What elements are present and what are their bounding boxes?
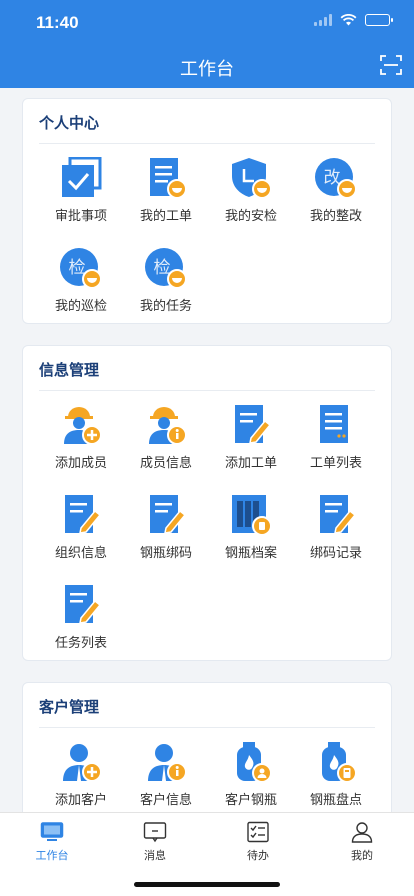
page-title: 工作台 <box>180 59 234 79</box>
work-order-item[interactable]: 我的工单 <box>123 157 209 224</box>
tab-todo[interactable]: 待办 <box>218 821 298 863</box>
rectification-item[interactable]: 改 我的整改 <box>293 157 379 224</box>
add-order-item[interactable]: 添加工单 <box>208 404 294 471</box>
divider <box>39 143 375 144</box>
item-label: 工单列表 <box>309 455 362 470</box>
customer-cylinder-item[interactable]: 客户钢瓶 <box>208 741 294 808</box>
item-label: 审批事项 <box>54 208 107 223</box>
tab-label: 工作台 <box>35 850 69 862</box>
workbench-content[interactable]: 个人中心 审批事项 我的工单 我的安检 改 我的整改 检 我的巡检 检 我的任务… <box>0 88 414 812</box>
cylinder-inventory-item[interactable]: 钢瓶盘点 <box>293 741 379 808</box>
customer-management-card: 客户管理 添加客户 客户信息 客户钢瓶 钢瓶盘点 <box>22 682 392 812</box>
item-label: 我的整改 <box>309 208 362 223</box>
safety-check-item[interactable]: 我的安检 <box>208 157 294 224</box>
profile-icon <box>351 822 373 843</box>
cylinder-inventory-icon <box>322 742 357 783</box>
tab-label: 待办 <box>247 850 269 862</box>
item-label: 组织信息 <box>54 545 107 560</box>
section-title: 信息管理 <box>39 362 100 379</box>
work-order-icon <box>150 158 187 199</box>
item-label: 钢瓶档案 <box>224 545 277 560</box>
bind-record-icon <box>320 495 357 534</box>
divider <box>39 727 375 728</box>
section-title: 客户管理 <box>39 699 100 716</box>
add-customer-icon <box>63 744 102 782</box>
personal-center-card: 个人中心 审批事项 我的工单 我的安检 改 我的整改 检 我的巡检 检 我的任务 <box>22 98 392 324</box>
message-icon <box>143 822 167 843</box>
wifi-icon <box>340 14 357 26</box>
customer-cylinder-icon <box>237 742 272 783</box>
tab-profile[interactable]: 我的 <box>322 821 402 863</box>
item-label: 添加客户 <box>54 792 107 807</box>
cellular-signal-icon <box>314 14 332 26</box>
scan-icon[interactable] <box>380 54 402 76</box>
add-order-icon <box>235 405 272 444</box>
task-icon: 检 <box>145 248 187 289</box>
add-customer-item[interactable]: 添加客户 <box>38 741 124 808</box>
item-label: 任务列表 <box>54 635 107 650</box>
cylinder-archive-icon <box>232 495 272 536</box>
approval-item[interactable]: 审批事项 <box>38 157 124 224</box>
org-info-icon <box>65 495 102 534</box>
cylinder-bind-item[interactable]: 钢瓶绑码 <box>123 494 209 561</box>
approval-icon <box>62 157 102 197</box>
order-list-icon <box>320 405 348 443</box>
item-label: 客户信息 <box>139 792 192 807</box>
add-member-item[interactable]: 添加成员 <box>38 404 124 471</box>
add-member-icon <box>64 407 102 445</box>
safety-check-icon <box>232 158 272 199</box>
rectification-icon: 改 <box>315 158 357 199</box>
home-indicator <box>134 882 280 887</box>
bind-record-item[interactable]: 绑码记录 <box>293 494 379 561</box>
customer-info-icon <box>148 744 187 782</box>
workbench-icon <box>40 822 64 841</box>
patrol-item[interactable]: 检 我的巡检 <box>38 247 124 314</box>
divider <box>39 390 375 391</box>
task-list-item[interactable]: 任务列表 <box>38 584 124 651</box>
tab-workbench[interactable]: 工作台 <box>12 821 92 863</box>
tab-label: 我的 <box>351 850 373 862</box>
tab-label: 消息 <box>144 850 166 862</box>
patrol-icon: 检 <box>60 248 102 289</box>
item-label: 绑码记录 <box>309 545 362 560</box>
item-label: 成员信息 <box>139 455 192 470</box>
item-label: 我的工单 <box>139 208 192 223</box>
item-label: 我的安检 <box>224 208 277 223</box>
section-title: 个人中心 <box>39 115 100 132</box>
item-label: 钢瓶盘点 <box>309 792 362 807</box>
item-label: 添加工单 <box>224 455 277 470</box>
todo-icon <box>247 821 269 843</box>
item-label: 添加成员 <box>54 455 107 470</box>
member-info-item[interactable]: 成员信息 <box>123 404 209 471</box>
item-label: 钢瓶绑码 <box>139 545 192 560</box>
member-info-icon <box>149 407 187 445</box>
tab-messages[interactable]: 消息 <box>115 821 195 863</box>
item-label: 客户钢瓶 <box>224 792 277 807</box>
info-management-card: 信息管理 添加成员 成员信息 添加工单 工单列表 组织信息 钢瓶绑码 钢瓶档案 … <box>22 345 392 661</box>
task-list-icon <box>65 585 102 624</box>
cylinder-bind-icon <box>150 495 187 534</box>
item-label: 我的巡检 <box>54 298 107 313</box>
status-time: 11:40 <box>36 13 79 32</box>
status-icons <box>314 14 393 26</box>
app-header: 11:40 工作台 <box>0 0 414 88</box>
cylinder-archive-item[interactable]: 钢瓶档案 <box>208 494 294 561</box>
order-list-item[interactable]: 工单列表 <box>293 404 379 471</box>
customer-info-item[interactable]: 客户信息 <box>123 741 209 808</box>
task-item[interactable]: 检 我的任务 <box>123 247 209 314</box>
org-info-item[interactable]: 组织信息 <box>38 494 124 561</box>
item-label: 我的任务 <box>139 298 192 313</box>
battery-icon <box>365 14 393 26</box>
